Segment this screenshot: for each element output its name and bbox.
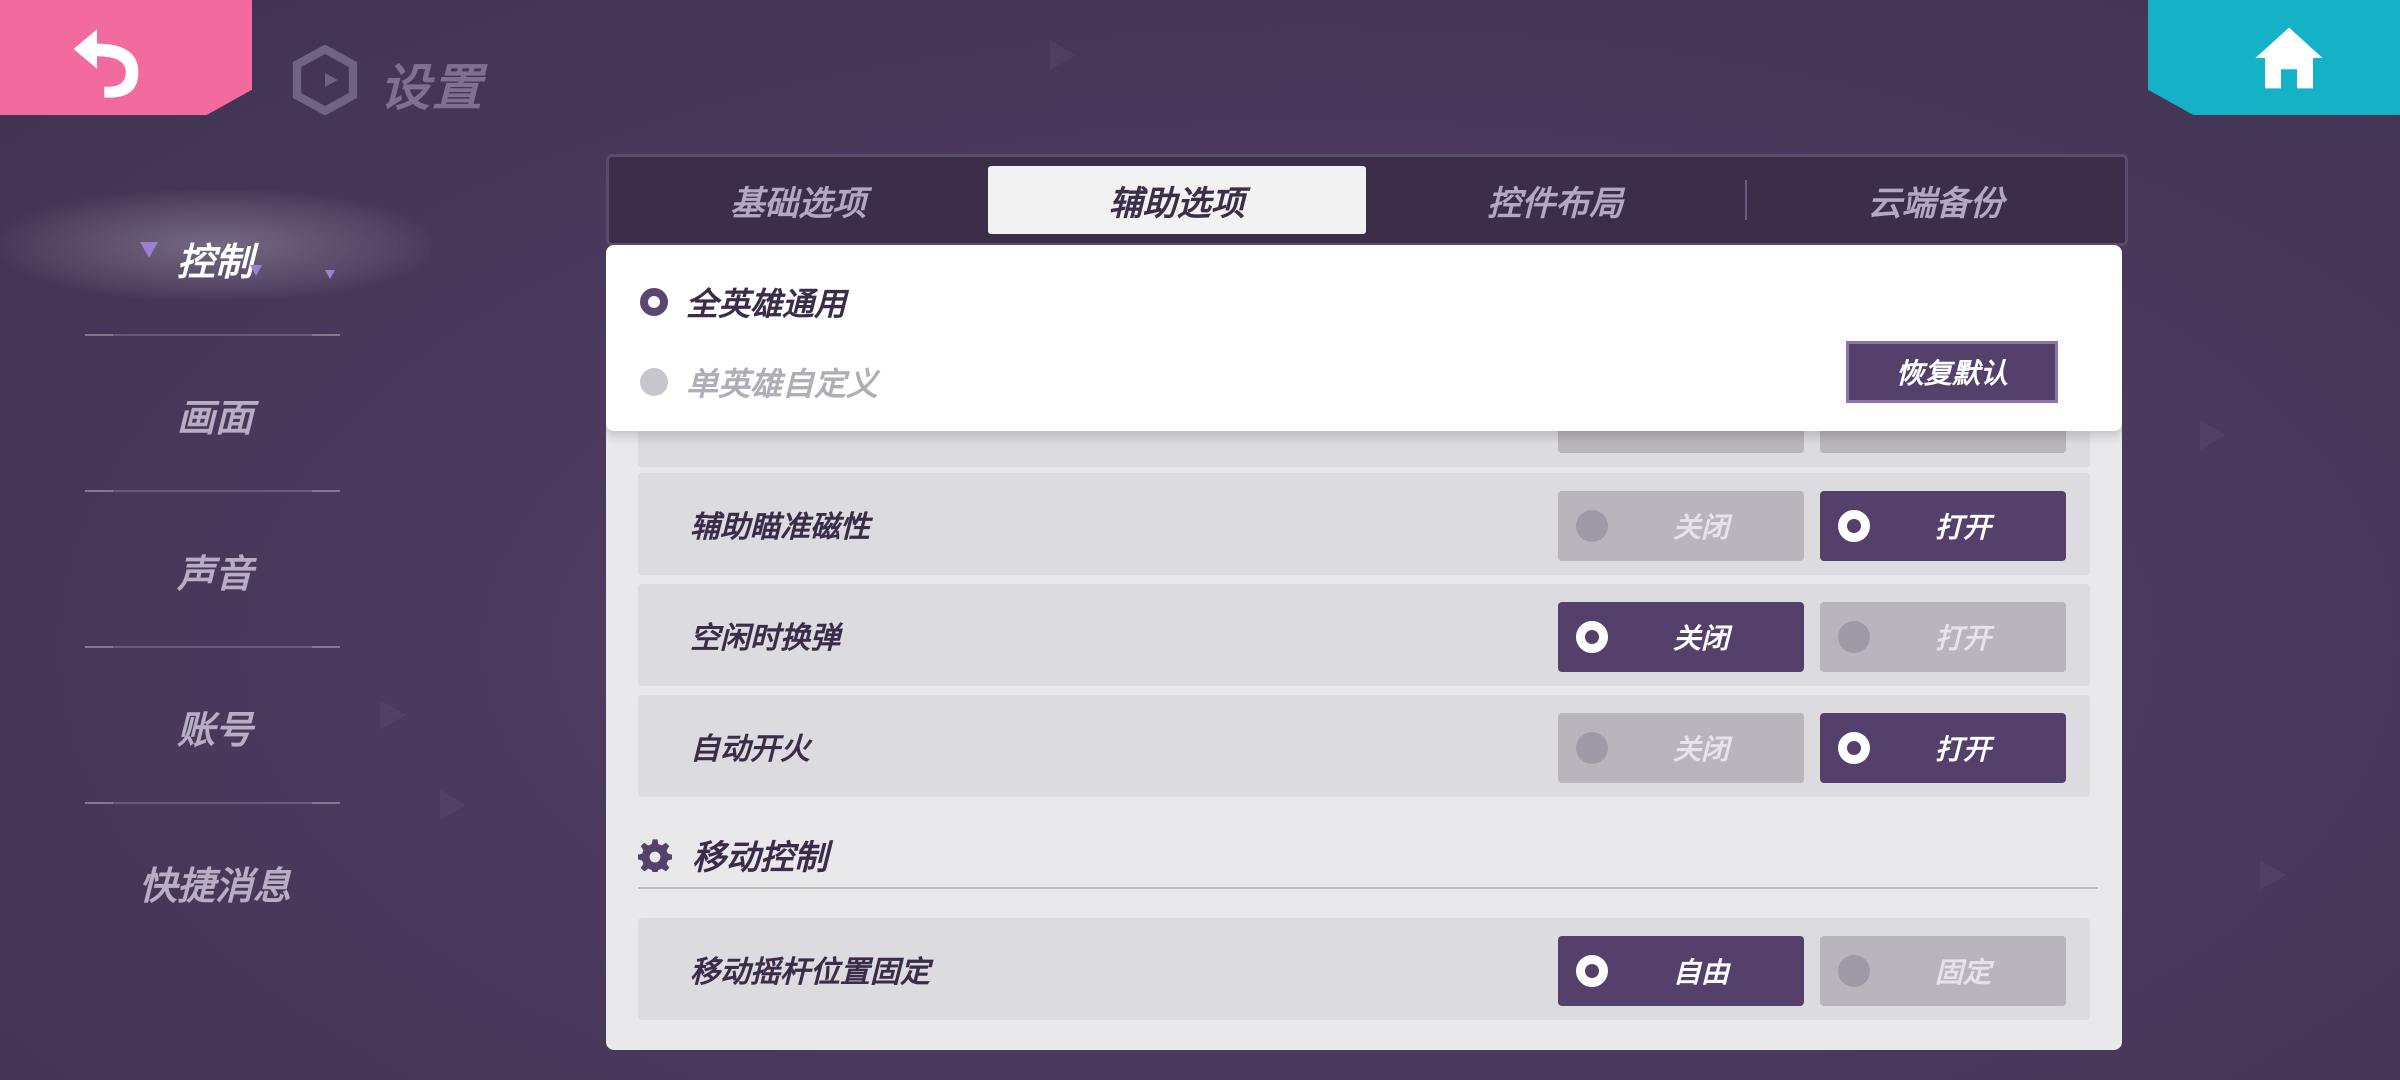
toggle-on[interactable]: 打开 <box>1820 491 2066 561</box>
reset-default-button[interactable]: 恢复默认 <box>1846 341 2058 403</box>
setting-row-joystick-fixed: 移动摇杆位置固定 自由 固定 <box>638 918 2090 1020</box>
radio-unselected-icon <box>1838 621 1870 653</box>
settings-logo-icon <box>292 45 358 115</box>
page-title: 设置 <box>380 59 484 117</box>
toggle-off[interactable]: 关闭 <box>1558 602 1804 672</box>
radio-selected-icon <box>1576 621 1608 653</box>
sparkle-icon <box>250 265 262 276</box>
radio-unselected-icon <box>640 368 668 396</box>
setting-label: 移动摇杆位置固定 <box>690 955 930 990</box>
sparkle-icon <box>325 270 335 279</box>
setting-row-aim-magnetism: 辅助瞄准磁性 关闭 打开 <box>638 473 2090 575</box>
section-title: 移动控制 <box>692 838 828 878</box>
mode-label: 全英雄通用 <box>686 285 847 323</box>
sidebar-item-label: 控制 <box>176 239 253 284</box>
mode-label: 单英雄自定义 <box>686 365 879 403</box>
toggle-on[interactable]: 打开 <box>1820 713 2066 783</box>
bg-triangle <box>2260 860 2286 890</box>
sidebar-item-label: 快捷消息 <box>138 863 291 908</box>
sidebar-item-account[interactable]: 账号 <box>0 648 430 804</box>
bg-triangle <box>1050 40 1076 70</box>
back-button[interactable] <box>0 0 252 115</box>
home-button[interactable] <box>2148 0 2400 115</box>
sidebar-item-label: 画面 <box>176 395 253 440</box>
sidebar-item-control[interactable]: 控制 <box>0 180 430 336</box>
tab-bar: 基础选项 辅助选项 控件布局 云端备份 <box>606 154 2128 246</box>
toggle-fixed[interactable]: 固定 <box>1820 936 2066 1006</box>
bg-triangle <box>2200 420 2226 450</box>
tab-layout[interactable]: 控件布局 <box>1366 157 1745 243</box>
radio-selected-icon <box>1838 732 1870 764</box>
toggle-off[interactable]: 关闭 <box>1558 491 1804 561</box>
setting-row-idle-reload: 空闲时换弹 关闭 打开 <box>638 584 2090 686</box>
sidebar-item-quick-message[interactable]: 快捷消息 <box>0 804 430 960</box>
radio-unselected-icon <box>1576 510 1608 542</box>
mode-single-hero[interactable]: 单英雄自定义 <box>640 359 878 405</box>
section-header-movement: 移动控制 <box>638 830 828 879</box>
toggle-on[interactable]: 打开 <box>1820 602 2066 672</box>
radio-unselected-icon <box>1838 955 1870 987</box>
divider <box>638 887 2098 889</box>
toggle-off[interactable]: 关闭 <box>1558 713 1804 783</box>
setting-label: 空闲时换弹 <box>690 621 840 656</box>
mode-selector: 全英雄通用 单英雄自定义 恢复默认 <box>606 245 2122 431</box>
tab-basic[interactable]: 基础选项 <box>609 157 988 243</box>
tab-assist[interactable]: 辅助选项 <box>987 166 1366 234</box>
radio-selected-icon <box>1576 955 1608 987</box>
sidebar-item-sound[interactable]: 声音 <box>0 492 430 648</box>
undo-arrow-icon <box>73 28 139 98</box>
sidebar-item-display[interactable]: 画面 <box>0 336 430 492</box>
setting-row-auto-fire: 自动开火 关闭 打开 <box>638 695 2090 797</box>
setting-label: 辅助瞄准磁性 <box>690 510 870 545</box>
gear-icon <box>638 838 672 872</box>
sidebar-item-label: 账号 <box>176 707 253 752</box>
setting-label: 自动开火 <box>690 732 810 767</box>
toggle-free[interactable]: 自由 <box>1558 936 1804 1006</box>
bg-triangle <box>440 790 466 820</box>
tab-cloud-backup[interactable]: 云端备份 <box>1747 157 2126 243</box>
sparkle-icon <box>140 242 158 258</box>
settings-panel: 全英雄通用 单英雄自定义 恢复默认 辅助瞄准磁性 关闭 打开 空闲时换弹 关闭 <box>606 245 2122 1050</box>
radio-selected-icon <box>640 288 668 316</box>
mode-all-heroes[interactable]: 全英雄通用 <box>640 279 846 325</box>
sidebar: 控制 画面 声音 账号 快捷消息 <box>0 180 430 960</box>
radio-selected-icon <box>1838 510 1870 542</box>
home-icon <box>2255 27 2323 88</box>
sidebar-item-label: 声音 <box>176 551 253 596</box>
radio-unselected-icon <box>1576 732 1608 764</box>
